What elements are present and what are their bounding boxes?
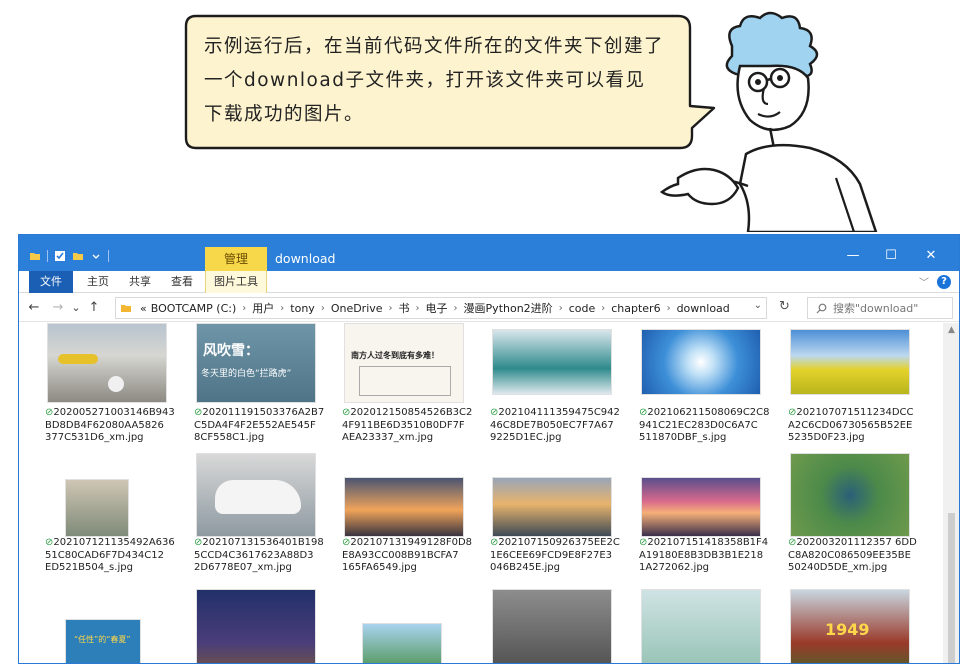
image-thumbnail xyxy=(196,589,316,663)
tab-share[interactable]: 共享 xyxy=(123,271,157,293)
maximize-button[interactable]: ☐ xyxy=(883,249,899,263)
file-name: ⊘202107131949128F0D8 E8A93CC008B91BCFA7 16… xyxy=(342,537,473,573)
file-grid: ⊘202005271003146B943 BD8DB4F62080AA5826 37… xyxy=(19,323,943,663)
address-bar[interactable]: « BOOTCAMP (C:) › 用户 › tony › OneDrive › 书 › … xyxy=(115,297,767,319)
image-thumbnail xyxy=(47,323,167,403)
breadcrumb-chapter6[interactable]: chapter6 xyxy=(609,302,662,315)
image-thumbnail: 风吹雪： 冬天里的白色“拦路虎” xyxy=(196,323,316,403)
up-arrow-icon[interactable]: ↑ xyxy=(87,299,101,317)
tab-picture-tools[interactable]: 图片工具 xyxy=(205,271,267,293)
image-thumbnail xyxy=(344,477,464,537)
image-thumbnail xyxy=(362,623,442,663)
properties-check-icon[interactable] xyxy=(54,250,66,262)
note-line-3: 下载成功的图片。 xyxy=(204,104,365,125)
image-thumbnail xyxy=(641,329,761,395)
note-line-1: 示例运行后，在当前代码文件所在的文件夹下创建了 xyxy=(204,36,665,57)
tab-home[interactable]: 主页 xyxy=(81,271,115,293)
forward-arrow-icon[interactable]: → xyxy=(51,299,65,317)
file-name: ⊘202011191503376A2B7 C5DA4F4F2E552AE545F 8… xyxy=(194,407,325,443)
file-name: ⊘202107121135492A636 51C80CAD6F7D434C12 ED… xyxy=(45,537,175,573)
scroll-up-icon[interactable]: ▲ xyxy=(943,325,959,335)
minimize-button[interactable]: — xyxy=(845,249,861,263)
folder-icon[interactable] xyxy=(29,250,41,262)
customize-dropdown-icon[interactable] xyxy=(90,250,102,262)
breadcrumb-tony[interactable]: tony xyxy=(288,302,317,315)
image-thumbnail xyxy=(196,453,316,537)
scrollbar-thumb[interactable] xyxy=(948,513,955,663)
file-name: ⊘202012150854526B3C2 4F911BE6D3510B0DF7F A… xyxy=(342,407,473,443)
breadcrumb-book[interactable]: 书 xyxy=(397,300,412,316)
image-thumbnail: 1949 xyxy=(790,589,910,663)
breadcrumb-overflow[interactable]: « xyxy=(138,302,149,315)
file-name: ⊘202104111359475C942 46C8DE7B050EC7F7A67 9… xyxy=(490,407,620,443)
chevron-right-icon[interactable]: › xyxy=(663,303,675,314)
address-dropdown-icon[interactable]: ⌄ xyxy=(754,300,762,311)
breadcrumb-electronic[interactable]: 电子 xyxy=(424,300,450,316)
breadcrumb-onedrive[interactable]: OneDrive xyxy=(329,302,385,315)
file-name: ⊘202005271003146B943 BD8DB4F62080AA5826 37… xyxy=(45,407,175,443)
quick-access-toolbar xyxy=(29,249,109,263)
breadcrumb-users[interactable]: 用户 xyxy=(250,300,276,316)
file-name: ⊘202107071511234DCC A2C6CD06730565B52EE 52… xyxy=(788,407,914,443)
search-icon xyxy=(816,303,827,313)
image-thumbnail xyxy=(492,329,612,395)
folder-icon xyxy=(121,305,131,312)
chevron-right-icon[interactable]: › xyxy=(276,303,288,314)
chevron-right-icon[interactable]: › xyxy=(450,303,462,314)
illustration: 示例运行后，在当前代码文件所在的文件夹下创建了 一个download子文件夹，打… xyxy=(0,0,975,232)
breadcrumb-python-book[interactable]: 漫画Python2进阶 xyxy=(462,300,555,316)
ribbon-tabs: 文件 主页 共享 查看 图片工具 ﹀ ? xyxy=(19,271,959,293)
chevron-right-icon[interactable]: › xyxy=(555,303,567,314)
image-thumbnail: “任性”的“春夏” xyxy=(65,619,141,663)
expand-ribbon-icon[interactable]: ﹀ xyxy=(919,274,929,289)
image-thumbnail xyxy=(641,477,761,537)
image-thumbnail xyxy=(492,477,612,537)
chevron-right-icon[interactable]: › xyxy=(317,303,329,314)
chevron-right-icon[interactable]: › xyxy=(238,303,250,314)
navigation-row: ← → ⌄ ↑ « BOOTCAMP (C:) › 用户 › tony › OneDr… xyxy=(19,294,959,322)
image-thumbnail xyxy=(65,479,129,537)
image-thumbnail: 南方人过冬到底有多难！ xyxy=(344,323,464,403)
toolbar-divider xyxy=(47,250,48,262)
image-thumbnail xyxy=(790,329,910,395)
file-name: ⊘202107131536401B198 5CCD4C3617623A88D3 2D… xyxy=(194,537,324,573)
context-tab-manage[interactable]: 管理 xyxy=(205,247,267,271)
title-bar: 管理 download — ☐ ✕ xyxy=(19,235,959,271)
vertical-scrollbar[interactable]: ▲ xyxy=(943,323,959,663)
search-placeholder: 搜索"download" xyxy=(833,302,919,315)
new-folder-icon[interactable] xyxy=(72,250,84,262)
back-arrow-icon[interactable]: ← xyxy=(27,299,41,317)
toolbar-divider xyxy=(108,250,109,262)
image-thumbnail xyxy=(492,589,612,663)
help-icon[interactable]: ? xyxy=(937,274,951,289)
search-box[interactable]: 搜索"download" xyxy=(807,297,953,319)
file-explorer-window: 管理 download — ☐ ✕ 文件 主页 共享 查看 图片工具 ﹀ ? ←… xyxy=(18,234,960,664)
chevron-right-icon[interactable]: › xyxy=(597,303,609,314)
image-thumbnail xyxy=(790,453,910,537)
image-thumbnail xyxy=(641,589,761,663)
file-name: ⊘202003201112357 6DD C8A820C086509EE35BE 5… xyxy=(788,537,917,573)
breadcrumb-code[interactable]: code xyxy=(567,302,598,315)
tab-file[interactable]: 文件 xyxy=(29,271,73,293)
close-button[interactable]: ✕ xyxy=(923,249,939,263)
ribbon-controls: ﹀ ? xyxy=(919,274,951,289)
note-line-2: 一个download子文件夹，打开该文件夹可以看见 xyxy=(204,70,646,91)
file-name: ⊘202107150926375EE2C 1E6CEE69FCD9E8F27E3 0… xyxy=(490,537,620,573)
file-name: ⊘202106211508069C2C8 941C21EC283D0C6A7C 51… xyxy=(639,407,770,443)
breadcrumb-drive[interactable]: BOOTCAMP (C:) xyxy=(149,302,239,315)
tab-view[interactable]: 查看 xyxy=(165,271,199,293)
window-title: download xyxy=(275,251,336,266)
chevron-right-icon[interactable]: › xyxy=(385,303,397,314)
file-name: ⊘202107151418358B1F4 A19180E8B3DB3B1E218 1… xyxy=(639,537,769,573)
recent-locations-icon[interactable]: ⌄ xyxy=(69,299,83,317)
cartoon-teacher xyxy=(659,11,878,232)
breadcrumb-download[interactable]: download xyxy=(675,302,732,315)
refresh-icon[interactable]: ↻ xyxy=(779,299,790,314)
note-text: 示例运行后，在当前代码文件所在的文件夹下创建了 一个download子文件夹，打… xyxy=(204,30,682,132)
chevron-right-icon[interactable]: › xyxy=(412,303,424,314)
